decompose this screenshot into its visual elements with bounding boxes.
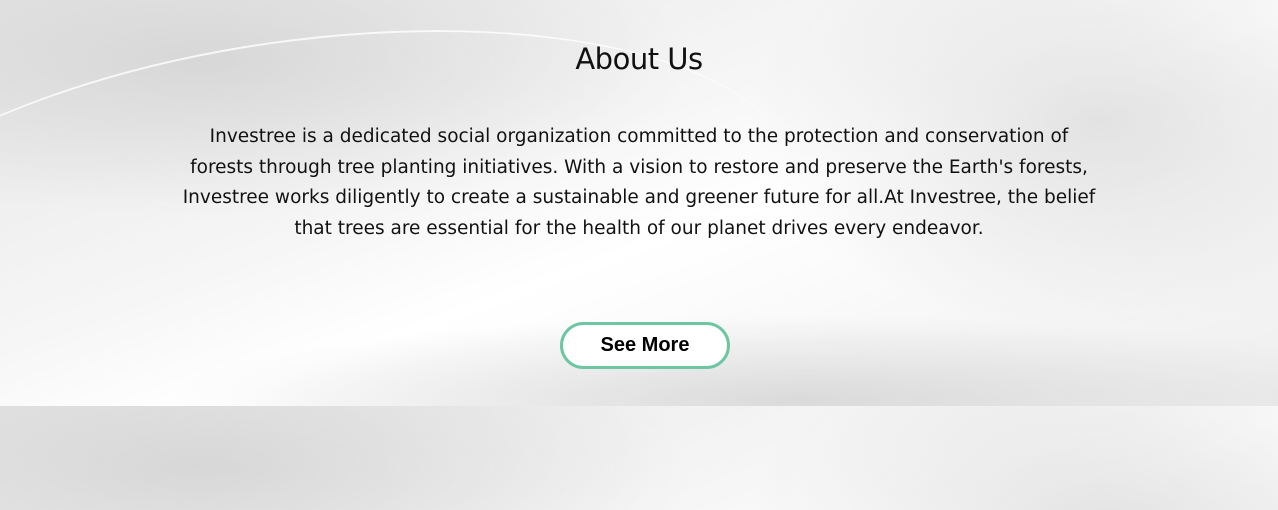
about-description: Investree is a dedicated social organiza… [182,126,1096,239]
background-swoosh [0,0,824,510]
see-more-button[interactable]: See More [560,322,730,369]
section-title: About Us [575,42,703,76]
